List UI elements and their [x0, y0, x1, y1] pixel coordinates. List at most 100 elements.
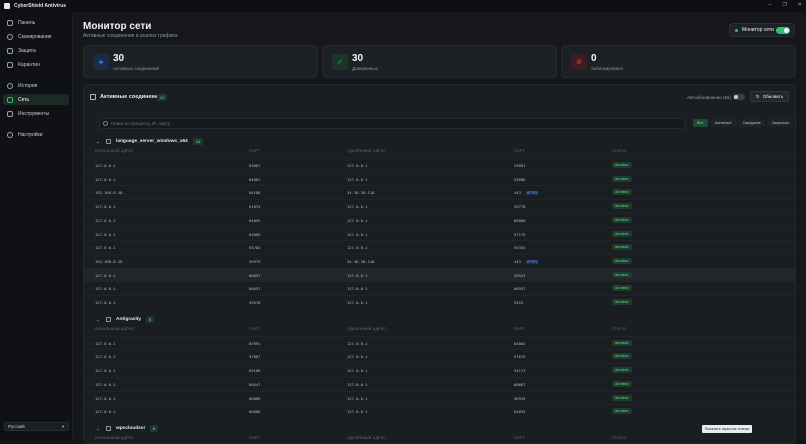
sidebar-item-scan[interactable]: Сканирование [3, 31, 69, 42]
minimize-button[interactable]: – [769, 2, 772, 8]
table-row[interactable]: 127.0.0.1 63782 127.0.0.1 55353 Активно [84, 240, 795, 253]
filter-closed[interactable]: Закрытые [767, 119, 794, 127]
local-port: 59578 [249, 300, 261, 305]
table-row[interactable]: 192.168.0.28 59979 34.36.28.118 443 HTTPS Акт… [84, 253, 795, 267]
remote-port: 59523 [514, 272, 526, 278]
status-badge: Активно [612, 353, 632, 360]
local-port: 60066 [249, 395, 261, 401]
remote-port: 443 [514, 258, 521, 264]
sidebar-item-network[interactable]: Сеть [3, 94, 69, 105]
local-address: 127.0.0.1 [95, 204, 116, 210]
column-header: ПОРТ [249, 149, 260, 153]
column-header: УДАЛЁННЫЙ АДРЕС [347, 149, 387, 153]
network-monitor-toggle[interactable]: Монитор сети [729, 23, 795, 37]
table-row[interactable]: 127.0.0.1 60057 127.0.0.1 60557 Активно [84, 281, 795, 294]
close-button[interactable]: ✕ [798, 2, 802, 8]
chevron-down-icon: ⌄ [96, 316, 100, 322]
table-row[interactable]: 127.0.0.1 63108 127.0.0.1 54173 Активно [84, 363, 795, 376]
table-row[interactable]: 127.0.0.1 59578 127.0.0.1 5522 Активно [84, 295, 795, 308]
monitor-toggle-label: Монитор сети [742, 27, 774, 33]
remote-port: 57175 [514, 231, 526, 237]
check-icon: ✓ [332, 54, 348, 70]
list-icon [90, 94, 96, 100]
remote-port: 443 [514, 190, 521, 196]
sidebar-item-dashboard[interactable]: Панель [3, 17, 69, 28]
app-logo-icon [4, 3, 10, 9]
filter-tabs: Все Активные Ожидание Закрытые [693, 119, 794, 127]
sidebar-item-label: Сеть [18, 96, 30, 103]
remote-port: 64055 [514, 409, 526, 415]
remote-address: 127.0.0.1 [347, 286, 368, 292]
process-group-header[interactable]: ⌄ wpscloudsvr 6 [84, 423, 795, 435]
table-row[interactable]: 127.0.0.1 60057 127.0.0.1 59523 Активно [84, 267, 795, 281]
remote-address: 127.0.0.1 [347, 340, 368, 346]
table-column-headers: ЛОКАЛЬНЫЙ АДРЕС ПОРТ УДАЛЁННЫЙ АДРЕС ПОРТ СТ… [84, 148, 795, 156]
table-row[interactable]: 127.0.0.1 63067 127.0.0.1 25891 Активно [84, 158, 795, 171]
local-address: 127.0.0.1 [95, 286, 116, 292]
main-content: Монитор сети Активные соединения и анали… [73, 12, 806, 444]
status-badge: Активно [612, 230, 632, 237]
title-bar: CyberShield Antivirus – ❐ ✕ [0, 0, 806, 12]
table-row[interactable]: 127.0.0.1 57887 127.0.0.1 57675 Активно [84, 349, 795, 362]
status-badge: Активно [612, 299, 632, 305]
column-header: СТАТУС [612, 326, 627, 331]
sidebar: Панель Сканирование Защита Карантин Исто… [0, 12, 73, 439]
local-port: 63108 [249, 368, 261, 374]
protocol-badge: HTTPS [524, 259, 540, 264]
sidebar-item-tools[interactable]: Инструменты [3, 108, 69, 119]
column-header: ПОРТ [249, 435, 260, 440]
status-badge: Активно [612, 257, 632, 264]
table-row[interactable]: 127.0.0.1 61074 127.0.0.1 59778 Активно [84, 199, 795, 212]
filter-active[interactable]: Активные [710, 119, 736, 127]
table-column-headers: ЛОКАЛЬНЫЙ АДРЕС ПОРТ УДАЛЁННЫЙ АДРЕС ПОРТ СТ… [84, 326, 795, 334]
maximize-button[interactable]: ❐ [782, 2, 786, 8]
stat-label: Доверенных [352, 66, 378, 71]
table-row[interactable]: 127.0.0.1 60066 127.0.0.1 64055 Активно [84, 404, 795, 417]
local-port: 59979 [249, 258, 261, 264]
language-select[interactable]: Русский ▼ [4, 422, 69, 431]
auto-refresh-label: Автообновление (5s) [687, 95, 731, 100]
status-badge: Активно [612, 189, 632, 196]
remote-address: 127.0.0.1 [347, 354, 368, 360]
stat-card-active: ◈ 30 Активных соединений [83, 45, 318, 78]
monitor-switch[interactable] [776, 27, 790, 34]
sidebar-item-settings[interactable]: Настройки [3, 129, 69, 140]
table-row[interactable]: 127.0.0.1 63991 127.0.0.1 64062 Активно [84, 335, 795, 349]
local-address: 127.0.0.1 [95, 245, 116, 251]
box-icon [7, 61, 13, 68]
filter-waiting[interactable]: Ожидание [738, 119, 765, 127]
remote-address: 34.36.28.118 [347, 190, 375, 196]
table-row[interactable]: 127.0.0.1 60547 127.0.0.1 60667 Активно [84, 376, 795, 390]
status-badge: Активно [612, 244, 632, 251]
remote-address: 127.0.0.1 [347, 204, 368, 210]
column-header: ЛОКАЛЬНЫЙ АДРЕС [95, 435, 135, 440]
column-header: ПОРТ [249, 326, 260, 331]
table-row[interactable]: 192.168.0.28 64186 34.36.28.118 443 HTTPS Акт… [84, 185, 795, 198]
refresh-button[interactable]: ↻ Обновить [750, 91, 789, 102]
search-input[interactable]: Поиск по процессу, IP, порту [99, 118, 685, 129]
local-address: 192.168.0.28 [95, 258, 123, 264]
remote-port: 60557 [514, 286, 526, 292]
auto-refresh-toggle[interactable] [733, 94, 745, 100]
table-row[interactable]: 127.0.0.1 64055 127.0.0.1 60066 Активно [84, 212, 795, 226]
process-group-header[interactable]: ⌄ language_server_windows_x64 11 [84, 136, 795, 148]
sidebar-item-protection[interactable]: Защита [3, 45, 69, 56]
table-row[interactable]: 127.0.0.1 64062 127.0.0.1 53686 Активно [84, 171, 795, 185]
local-port: 63991 [249, 340, 261, 346]
table-row[interactable]: 127.0.0.1 63085 127.0.0.1 57175 Активно [84, 226, 795, 240]
process-count-badge: 6 [150, 424, 159, 432]
process-icon [106, 316, 111, 322]
sidebar-item-quarantine[interactable]: Карантин [3, 59, 69, 70]
sidebar-item-label: Настройки [18, 131, 43, 138]
local-port: 64062 [249, 176, 261, 182]
process-count-badge: 6 [146, 315, 155, 323]
connections-panel: Активные соединения 30 Автообновление (5… [83, 84, 796, 444]
local-port: 61074 [249, 204, 261, 210]
filter-all[interactable]: Все [693, 119, 708, 127]
status-badge: Активно [612, 380, 632, 387]
process-group-header[interactable]: ⌄ Antigravity 6 [84, 314, 795, 326]
remote-port: 54173 [514, 368, 526, 374]
stat-label: Активных соединений [113, 66, 160, 71]
table-row[interactable]: 127.0.0.1 60066 127.0.0.1 56939 Активно [84, 390, 795, 404]
sidebar-item-history[interactable]: История [3, 80, 69, 91]
